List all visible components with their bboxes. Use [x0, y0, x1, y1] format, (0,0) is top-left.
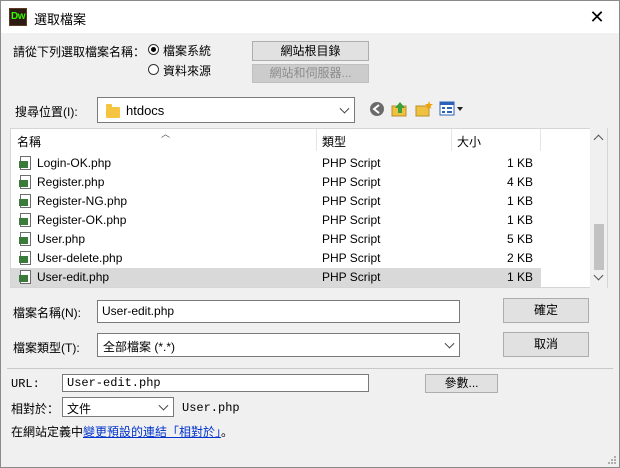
footer-suffix: 。 [221, 425, 234, 439]
view-menu-icon[interactable] [439, 101, 465, 117]
select-file-dialog: Dw 選取檔案 ✕ 請從下列選取檔案名稱： 檔案系統 資料來源 網站根目錄 網站… [0, 0, 620, 468]
radio-data-source[interactable] [148, 64, 159, 75]
column-header-type[interactable]: 類型 [322, 129, 346, 151]
footer-prefix: 在網站定義中 [11, 425, 84, 439]
chevron-down-icon [339, 103, 350, 114]
back-icon[interactable] [369, 101, 386, 118]
radio-file-system-label[interactable]: 檔案系統 [163, 42, 211, 59]
file-type: PHP Script [322, 213, 381, 227]
change-default-link[interactable]: 變更預設的連結「相對於」 [83, 425, 221, 439]
new-folder-icon[interactable] [415, 100, 433, 118]
file-name: Register.php [37, 175, 105, 189]
file-type: PHP Script [322, 232, 381, 246]
filetype-select[interactable]: 全部檔案 (*.*) [97, 333, 460, 357]
column-header-size[interactable]: 大小 [457, 129, 481, 151]
file-row[interactable]: Login-OK.php PHP Script 1 KB [11, 154, 541, 173]
url-input[interactable]: User-edit.php [62, 374, 369, 392]
file-size: 1 KB [506, 213, 533, 227]
folder-icon [106, 104, 120, 118]
site-and-server-button[interactable]: 網站和伺服器... [252, 64, 369, 83]
file-name: User-edit.php [37, 270, 110, 284]
ok-button[interactable]: 確定 [503, 298, 589, 323]
scroll-up-icon[interactable] [593, 134, 604, 145]
divider [7, 368, 613, 369]
file-type: PHP Script [322, 156, 381, 170]
radio-file-system[interactable] [148, 44, 159, 55]
file-row-selected[interactable]: User-edit.php PHP Script 1 KB [11, 268, 541, 287]
chevron-down-icon [444, 338, 455, 349]
file-size: 1 KB [506, 270, 533, 284]
filename-input[interactable]: User-edit.php [97, 300, 460, 323]
look-in-value: htdocs [126, 103, 165, 118]
file-row[interactable]: User-delete.php PHP Script 2 KB [11, 249, 541, 268]
file-type: PHP Script [322, 194, 381, 208]
file-row[interactable]: Register-NG.php PHP Script 1 KB [11, 192, 541, 211]
column-divider[interactable] [316, 129, 317, 151]
relative-to-value: 文件 [67, 402, 92, 416]
file-type: PHP Script [322, 175, 381, 189]
file-size: 5 KB [506, 232, 533, 246]
scroll-down-icon[interactable] [593, 270, 604, 281]
file-row[interactable]: Register.php PHP Script 4 KB [11, 173, 541, 192]
php-file-icon [19, 251, 33, 266]
column-divider[interactable] [540, 129, 541, 151]
file-list[interactable]: ︿ 名稱 類型 大小 Login-OK.php PHP Script 1 KB … [10, 128, 608, 288]
file-type: PHP Script [322, 270, 381, 284]
resize-grip-icon[interactable] [607, 455, 617, 465]
file-type: PHP Script [322, 251, 381, 265]
title-bar: Dw 選取檔案 ✕ [1, 1, 619, 33]
dreamweaver-app-icon: Dw [9, 8, 27, 26]
url-label: URL: [11, 377, 40, 391]
php-file-icon [19, 270, 33, 285]
column-header-name[interactable]: 名稱 [17, 129, 41, 151]
relative-to-select[interactable]: 文件 [62, 397, 174, 417]
file-size: 4 KB [506, 175, 533, 189]
filetype-label: 檔案類型(T): [13, 341, 80, 355]
file-size: 1 KB [506, 156, 533, 170]
cancel-button[interactable]: 取消 [503, 332, 589, 357]
php-file-icon [19, 175, 33, 190]
file-size: 1 KB [506, 194, 533, 208]
relative-target: User.php [182, 401, 240, 415]
file-name: Register-OK.php [37, 213, 127, 227]
source-label: 請從下列選取檔案名稱： [13, 45, 146, 59]
sort-up-icon: ︿ [161, 129, 171, 139]
file-name: Login-OK.php [37, 156, 112, 170]
up-folder-icon[interactable] [391, 100, 409, 118]
file-name: User.php [37, 232, 86, 246]
radio-data-source-label[interactable]: 資料來源 [163, 62, 211, 79]
column-divider[interactable] [451, 129, 452, 151]
vertical-scrollbar[interactable] [590, 128, 607, 288]
php-file-icon [19, 194, 33, 209]
parameters-button[interactable]: 參數... [425, 374, 498, 393]
file-name: User-delete.php [37, 251, 123, 265]
chevron-down-icon [158, 400, 169, 411]
filetype-value: 全部檔案 (*.*) [103, 340, 176, 354]
php-file-icon [19, 213, 33, 228]
relative-to-label: 相對於： [11, 402, 60, 416]
file-name: Register-NG.php [37, 194, 128, 208]
window-title: 選取檔案 [34, 12, 87, 27]
footer-text: 在網站定義中變更預設的連結「相對於」。 [11, 423, 233, 440]
filename-label: 檔案名稱(N): [13, 306, 81, 320]
site-root-button[interactable]: 網站根目錄 [252, 41, 369, 61]
close-icon[interactable]: ✕ [583, 5, 611, 29]
look-in-combobox[interactable]: htdocs [97, 97, 355, 123]
scrollbar-thumb[interactable] [594, 224, 604, 270]
php-file-icon [19, 232, 33, 247]
php-file-icon [19, 156, 33, 171]
file-size: 2 KB [506, 251, 533, 265]
file-row[interactable]: Register-OK.php PHP Script 1 KB [11, 211, 541, 230]
look-in-label: 搜尋位置(I): [15, 105, 78, 119]
file-row[interactable]: User.php PHP Script 5 KB [11, 230, 541, 249]
